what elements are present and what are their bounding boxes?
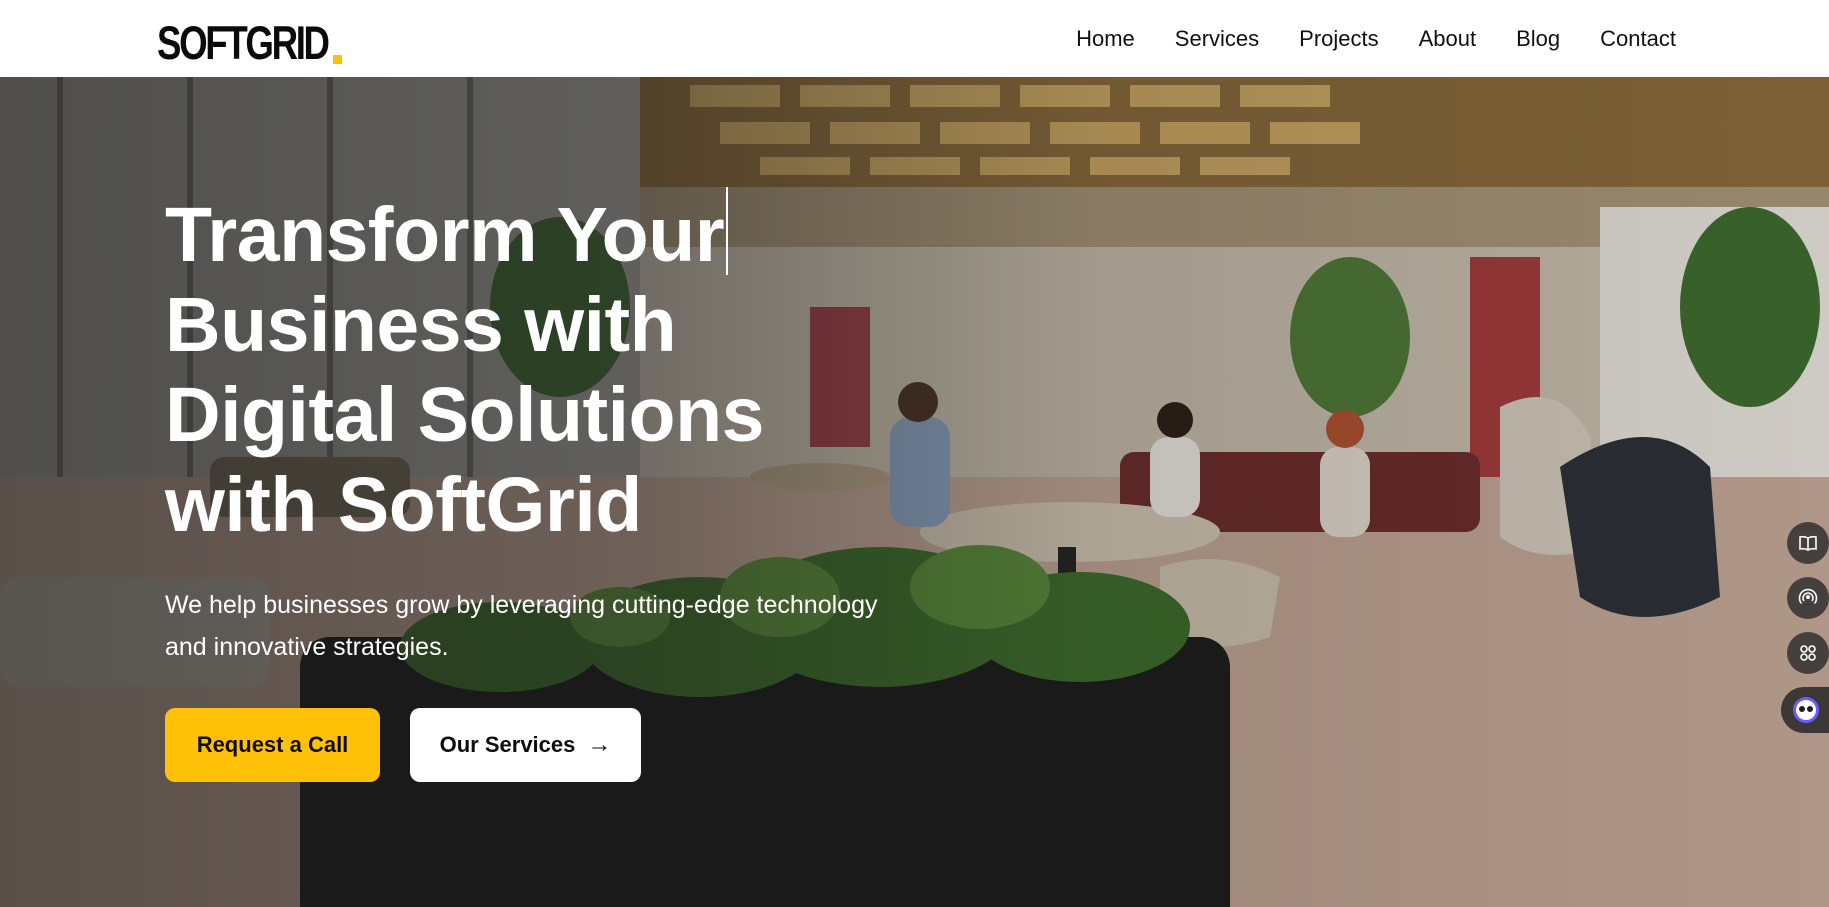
arrow-right-icon: → [587,731,612,758]
logo-accent-dot [333,55,342,64]
request-call-label: Request a Call [196,732,349,757]
hero-title-line-1: Transform Your [165,187,985,280]
book-open-button[interactable] [1787,522,1829,564]
hero-section: Transform Your Business with Digital Sol… [0,77,1829,907]
nav-blog[interactable]: Blog [1516,26,1560,52]
logo-text: SOFTGRID [157,16,330,69]
apps-grid-button[interactable] [1787,632,1829,674]
broadcast-icon [1798,588,1818,605]
hero-subtitle: We help businesses grow by leveraging cu… [165,591,878,661]
nav-projects[interactable]: Projects [1299,26,1378,52]
apps-grid-icon [1800,645,1816,661]
request-call-button[interactable]: Request a Call [165,708,380,782]
hero-content: Transform Your Business with Digital Sol… [165,187,985,782]
nav-home[interactable]: Home [1076,26,1135,52]
main-nav: Home Services Projects About Blog Contac… [1076,0,1676,77]
hero-title-line-1-text: Transform Your [165,192,725,278]
hero-title-line-2: Business with [165,282,677,368]
hero-buttons: Request a Call Our Services → [165,708,985,782]
site-header: SOFTGRID Home Services Projects About Bl… [0,0,1829,77]
nav-contact[interactable]: Contact [1600,26,1676,52]
our-services-label: Our Services [439,732,576,757]
site-logo[interactable]: SOFTGRID [157,6,376,66]
nav-services[interactable]: Services [1175,26,1259,52]
hero-title-line-4: with SoftGrid [165,462,642,548]
assistant-bot-button[interactable] [1781,687,1829,733]
text-cursor [726,187,729,275]
our-services-button[interactable]: Our Services → [410,708,641,782]
assistant-bot-icon [1793,697,1819,723]
floating-side-toolbar [1779,522,1829,746]
nav-about[interactable]: About [1419,26,1477,52]
hero-title-line-3: Digital Solutions [165,372,764,458]
hero-title: Transform Your Business with Digital Sol… [165,187,985,550]
book-open-icon [1799,535,1817,551]
broadcast-button[interactable] [1787,577,1829,619]
